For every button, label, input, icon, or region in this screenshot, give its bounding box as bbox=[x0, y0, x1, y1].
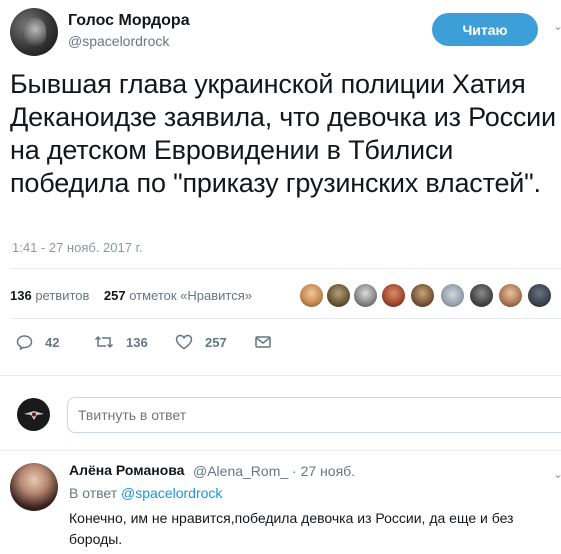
reply-to-link[interactable]: @spacelordrock bbox=[121, 485, 222, 501]
likes-label: отметок «Нравится» bbox=[129, 288, 253, 303]
user-avatar[interactable] bbox=[17, 398, 50, 431]
reply-to-line: В ответ @spacelordrock bbox=[69, 485, 222, 501]
liker-avatar[interactable] bbox=[326, 283, 351, 308]
like-action[interactable]: 257 bbox=[175, 332, 227, 352]
divider bbox=[0, 450, 561, 451]
retweets-stat[interactable]: 136 ретвитов bbox=[10, 288, 89, 303]
envelope-icon bbox=[255, 336, 271, 348]
divider bbox=[10, 318, 561, 319]
retweets-count: 136 bbox=[10, 288, 32, 303]
reply-text: Конечно, им не нравится,победила девочка… bbox=[69, 510, 514, 547]
liker-avatar[interactable] bbox=[440, 283, 465, 308]
author-avatar[interactable] bbox=[10, 8, 58, 56]
author-handle[interactable]: @spacelordrock bbox=[68, 33, 169, 49]
tweet-stats: 136 ретвитов 257 отметок «Нравится» bbox=[10, 288, 252, 303]
divider bbox=[10, 268, 561, 269]
likes-stat[interactable]: 257 отметок «Нравится» bbox=[104, 288, 252, 303]
liker-avatar[interactable] bbox=[498, 283, 523, 308]
chevron-down-icon[interactable]: ⌄ bbox=[553, 467, 561, 481]
reply-author-handle-time[interactable]: @Alena_Rom_ · 27 нояб. bbox=[193, 463, 355, 479]
divider bbox=[0, 375, 561, 376]
reply-author-avatar[interactable] bbox=[10, 463, 58, 511]
retweets-label: ретвитов bbox=[35, 288, 90, 303]
reply-action[interactable]: 42 bbox=[16, 332, 59, 352]
liker-avatar[interactable] bbox=[527, 283, 552, 308]
chevron-down-icon[interactable]: ⌄ bbox=[553, 20, 561, 32]
retweet-count: 136 bbox=[126, 334, 148, 350]
liker-avatar[interactable] bbox=[469, 283, 494, 308]
tweet-text: Бывшая глава украинской полиции Хатия Де… bbox=[10, 69, 556, 198]
reply-author-name[interactable]: Алёна Романова bbox=[69, 462, 184, 478]
reply-input[interactable] bbox=[67, 397, 561, 433]
tweet-timestamp[interactable]: 1:41 - 27 нояб. 2017 г. bbox=[12, 240, 142, 255]
author-name[interactable]: Голос Мордора bbox=[68, 12, 190, 30]
direct-message-action[interactable] bbox=[255, 332, 283, 352]
reply-icon bbox=[16, 335, 33, 350]
reply-count: 42 bbox=[45, 334, 60, 350]
likes-count: 257 bbox=[103, 288, 126, 303]
emblem-icon bbox=[23, 410, 44, 420]
like-count: 257 bbox=[205, 334, 227, 350]
heart-icon bbox=[175, 334, 193, 350]
liker-avatar[interactable] bbox=[410, 283, 435, 308]
liker-avatar[interactable] bbox=[353, 283, 378, 308]
liker-avatar[interactable] bbox=[381, 283, 406, 308]
retweet-action[interactable]: 136 bbox=[94, 332, 148, 352]
tweet-page: Голос Мордора @spacelordrock Читаю ⌄ Быв… bbox=[0, 0, 561, 554]
liker-avatar[interactable] bbox=[299, 283, 324, 308]
follow-button[interactable]: Читаю bbox=[432, 13, 538, 46]
retweet-icon bbox=[94, 335, 114, 349]
reply-to-label: В ответ bbox=[69, 485, 118, 501]
